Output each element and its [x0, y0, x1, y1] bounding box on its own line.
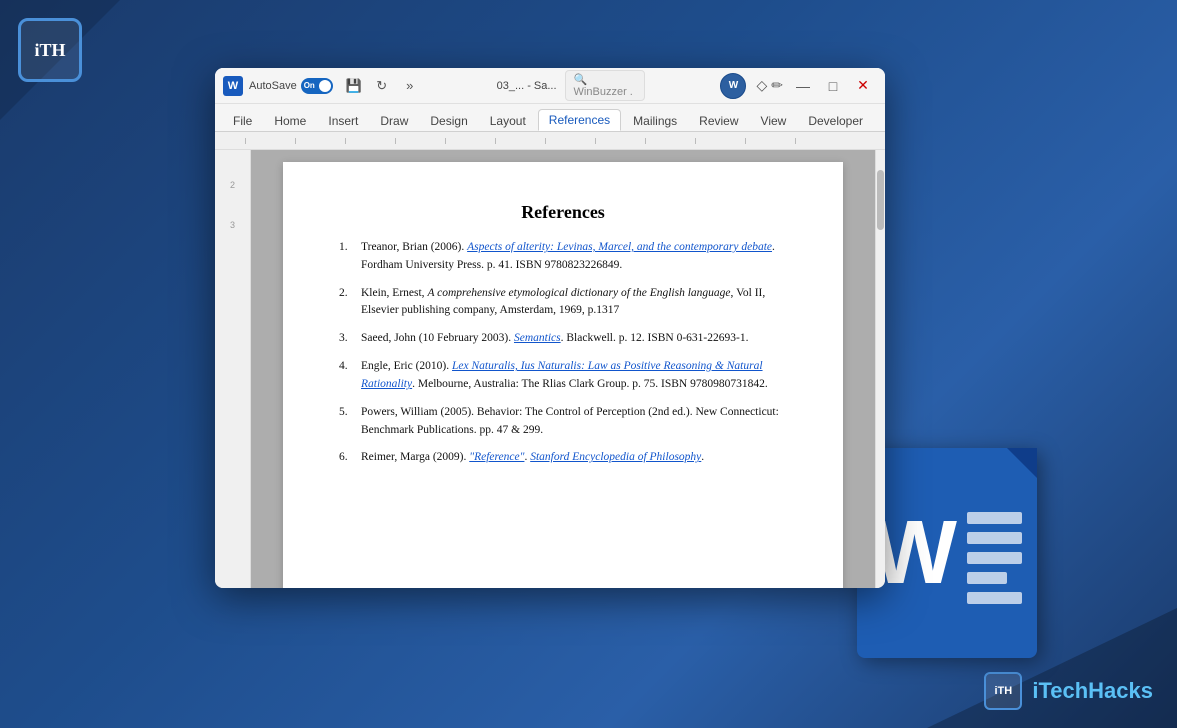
- autosave-toggle[interactable]: On: [301, 78, 333, 94]
- tab-home[interactable]: Home: [264, 111, 316, 131]
- references-heading: References: [339, 202, 787, 223]
- ref-text-3: Saeed, John (10 February 2003). Semantic…: [361, 330, 787, 348]
- tab-developer[interactable]: Developer: [798, 111, 873, 131]
- vertical-scrollbar[interactable]: [875, 150, 885, 588]
- bottom-brand-name: iTechHacks: [1032, 678, 1153, 704]
- scrollbar-thumb[interactable]: [877, 170, 884, 230]
- ruler-mark: [745, 138, 746, 144]
- ref-link-6[interactable]: "Reference": [469, 451, 524, 463]
- ref-link-3[interactable]: Semantics: [514, 332, 561, 344]
- bottom-brand: iTH iTechHacks: [984, 672, 1153, 710]
- ref-link-6b[interactable]: Stanford Encyclopedia of Philosophy: [530, 451, 701, 463]
- ruler-mark: [645, 138, 646, 144]
- reference-item-3: 3. Saeed, John (10 February 2003). Seman…: [339, 330, 787, 348]
- document-page: References 1. Treanor, Brian (2006). Asp…: [283, 162, 843, 588]
- tab-review[interactable]: Review: [689, 111, 748, 131]
- word-app-icon: W: [223, 76, 243, 96]
- brand-suffix: TechHacks: [1038, 678, 1153, 703]
- tab-draw[interactable]: Draw: [370, 111, 418, 131]
- word-icon-lines: [967, 512, 1022, 604]
- word-line-5: [967, 592, 1022, 604]
- ref-num-4: 4.: [339, 358, 357, 394]
- ref-num-1: 1.: [339, 239, 357, 275]
- reference-item-1: 1. Treanor, Brian (2006). Aspects of alt…: [339, 239, 787, 275]
- toggle-circle: [319, 80, 331, 92]
- reference-item-2: 2. Klein, Ernest, A comprehensive etymol…: [339, 285, 787, 321]
- reference-item-6: 6. Reimer, Marga (2009). "Reference". St…: [339, 449, 787, 467]
- tab-file[interactable]: File: [223, 111, 262, 131]
- word-line-3: [967, 552, 1022, 564]
- tab-layout[interactable]: Layout: [480, 111, 536, 131]
- ref-num-6: 6.: [339, 449, 357, 467]
- ruler-mark: [345, 138, 346, 144]
- save-icon-btn[interactable]: 💾: [343, 75, 365, 97]
- title-bar-quick-icons: 💾 ↻ »: [343, 75, 421, 97]
- pen-icon[interactable]: ✏: [771, 77, 783, 94]
- filename: 03_... - Sa...: [497, 80, 557, 92]
- scroll-area[interactable]: References 1. Treanor, Brian (2006). Asp…: [251, 150, 875, 588]
- margin-bar: 2 3: [215, 150, 251, 588]
- ref-text-2: Klein, Ernest, A comprehensive etymologi…: [361, 285, 787, 321]
- ruler-mark: [245, 138, 246, 144]
- word-window: W AutoSave On 💾 ↻ » 03_... - Sa... 🔍 Win…: [215, 68, 885, 588]
- word-icon-fold: [1007, 448, 1037, 478]
- ref-num-3: 3.: [339, 330, 357, 348]
- ruler-mark: [495, 138, 496, 144]
- word-line-4: [967, 572, 1007, 584]
- bottom-brand-logo-icon: iTH: [984, 672, 1022, 710]
- word-icon-decoration: W: [857, 448, 1057, 668]
- ruler-mark: [695, 138, 696, 144]
- window-controls: — □ ✕: [789, 72, 877, 100]
- tab-mailings[interactable]: Mailings: [623, 111, 687, 131]
- close-button[interactable]: ✕: [849, 72, 877, 100]
- margin-num-1: 2: [230, 180, 235, 190]
- undo-icon-btn[interactable]: ↻: [371, 75, 393, 97]
- word-line-1: [967, 512, 1022, 524]
- reference-item-5: 5. Powers, William (2005). Behavior: The…: [339, 404, 787, 440]
- minimize-button[interactable]: —: [789, 72, 817, 100]
- title-bar: W AutoSave On 💾 ↻ » 03_... - Sa... 🔍 Win…: [215, 68, 885, 104]
- document-area: 2 3 References 1. Treanor, Brian (2006).…: [215, 150, 885, 588]
- ruler-mark: [795, 138, 796, 144]
- title-center: 03_... - Sa... 🔍 WinBuzzer .: [427, 70, 715, 101]
- toggle-label: On: [304, 81, 315, 90]
- search-bar[interactable]: 🔍 WinBuzzer .: [565, 70, 645, 101]
- more-icon-btn[interactable]: »: [399, 75, 421, 97]
- ref-link-4[interactable]: Lex Naturalis, Ius Naturalis: Law as Pos…: [361, 360, 763, 390]
- ruler: [215, 132, 885, 150]
- search-icon: 🔍: [574, 74, 588, 86]
- reference-list: 1. Treanor, Brian (2006). Aspects of alt…: [339, 239, 787, 467]
- ref-num-5: 5.: [339, 404, 357, 440]
- reference-item-4: 4. Engle, Eric (2010). Lex Naturalis, Iu…: [339, 358, 787, 394]
- autosave-label: AutoSave: [249, 80, 297, 92]
- tab-help[interactable]: Help: [875, 111, 885, 131]
- ribbon-tabs: File Home Insert Draw Design Layout Refe…: [215, 104, 885, 132]
- diamond-icon[interactable]: ◇: [756, 77, 767, 94]
- ref-text-1: Treanor, Brian (2006). Aspects of alteri…: [361, 239, 787, 275]
- word-line-2: [967, 532, 1022, 544]
- margin-num-2: 3: [230, 220, 235, 230]
- bottom-brand-logo-text: iTH: [994, 685, 1012, 697]
- search-placeholder: WinBuzzer .: [574, 86, 633, 98]
- tab-design[interactable]: Design: [420, 111, 477, 131]
- ith-logo: iTH: [18, 18, 82, 82]
- ruler-mark: [595, 138, 596, 144]
- ref-text-4: Engle, Eric (2010). Lex Naturalis, Ius N…: [361, 358, 787, 394]
- ref-text-6: Reimer, Marga (2009). "Reference". Stanf…: [361, 449, 787, 467]
- ref-num-2: 2.: [339, 285, 357, 321]
- maximize-button[interactable]: □: [819, 72, 847, 100]
- ith-logo-text: iTH: [34, 40, 65, 61]
- autosave-section: AutoSave On: [249, 78, 333, 94]
- tab-insert[interactable]: Insert: [318, 111, 368, 131]
- ref-text-5: Powers, William (2005). Behavior: The Co…: [361, 404, 787, 440]
- ruler-mark: [545, 138, 546, 144]
- tab-view[interactable]: View: [751, 111, 797, 131]
- ruler-mark: [395, 138, 396, 144]
- profile-avatar[interactable]: W: [720, 73, 746, 99]
- ruler-mark: [295, 138, 296, 144]
- tab-references[interactable]: References: [538, 109, 621, 131]
- ref-link-1[interactable]: Aspects of alterity: Levinas, Marcel, an…: [467, 241, 772, 253]
- ruler-inner: [215, 132, 885, 149]
- ruler-mark: [445, 138, 446, 144]
